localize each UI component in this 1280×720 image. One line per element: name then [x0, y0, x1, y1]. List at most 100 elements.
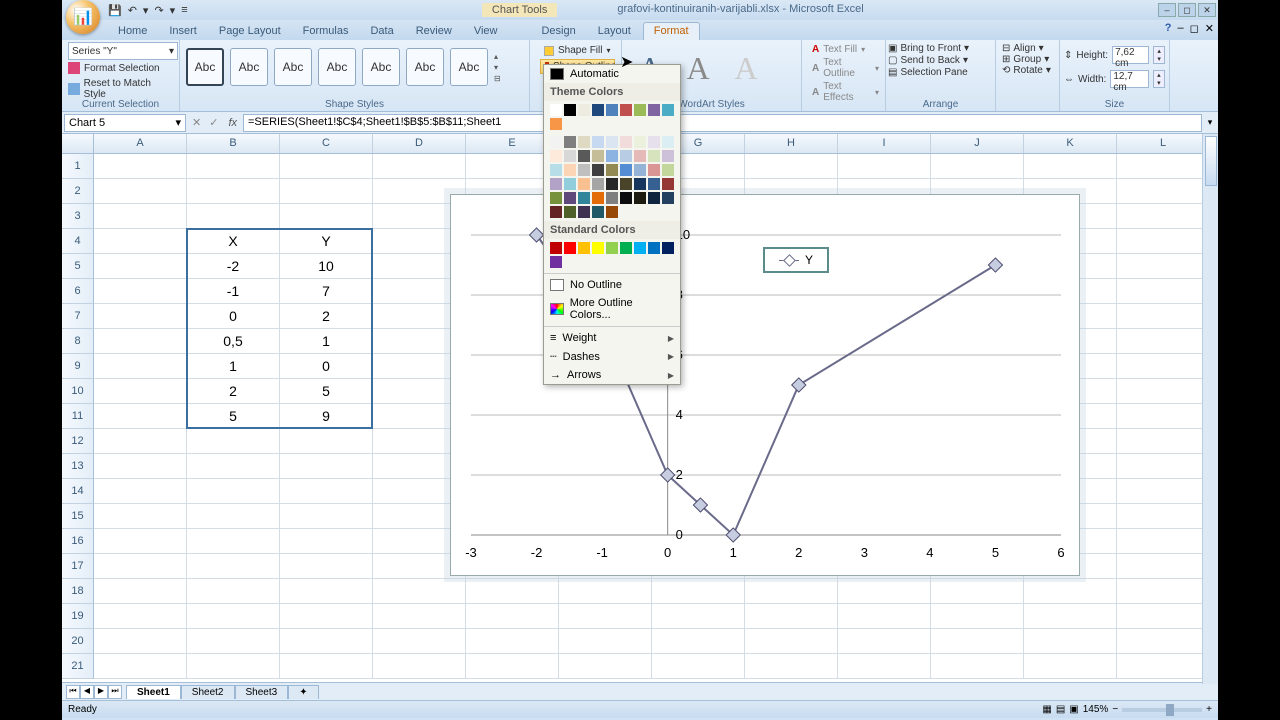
cell-B20[interactable]: [187, 629, 280, 654]
row-header-19[interactable]: 19: [62, 604, 94, 629]
redo-icon[interactable]: ↷: [154, 4, 163, 17]
cell-C15[interactable]: [280, 504, 373, 529]
cell-I20[interactable]: [838, 629, 931, 654]
theme-shade[interactable]: [606, 150, 618, 162]
col-header-c[interactable]: C: [280, 134, 373, 153]
cell-D19[interactable]: [373, 604, 466, 629]
standard-color[interactable]: [620, 242, 632, 254]
standard-color[interactable]: [634, 242, 646, 254]
theme-shade[interactable]: [578, 192, 590, 204]
cell-C2[interactable]: [280, 179, 373, 204]
row-header-13[interactable]: 13: [62, 454, 94, 479]
row-header-7[interactable]: 7: [62, 304, 94, 329]
bring-to-front-button[interactable]: ▣ Bring to Front ▾: [888, 43, 993, 54]
cell-C12[interactable]: [280, 429, 373, 454]
row-header-12[interactable]: 12: [62, 429, 94, 454]
theme-color[interactable]: [662, 104, 674, 116]
tab-home[interactable]: Home: [108, 23, 157, 40]
theme-shade[interactable]: [592, 150, 604, 162]
cell-I19[interactable]: [838, 604, 931, 629]
minimize-button[interactable]: –: [1158, 3, 1176, 17]
zoom-in-button[interactable]: +: [1206, 704, 1212, 715]
sheet-tab-3[interactable]: Sheet3: [235, 685, 289, 699]
cell-J1[interactable]: [931, 154, 1024, 179]
cell-A18[interactable]: [94, 579, 187, 604]
arrows-submenu[interactable]: →Arrows▶: [544, 366, 680, 384]
close-button[interactable]: ✕: [1198, 3, 1216, 17]
first-sheet-button[interactable]: ⏮: [66, 685, 80, 699]
cell-L3[interactable]: [1117, 204, 1210, 229]
theme-color[interactable]: [564, 104, 576, 116]
row-header-10[interactable]: 10: [62, 379, 94, 404]
tab-view[interactable]: View: [464, 23, 508, 40]
theme-shade[interactable]: [592, 178, 604, 190]
select-all-corner[interactable]: [62, 134, 94, 153]
col-header-j[interactable]: J: [931, 134, 1024, 153]
row-header-9[interactable]: 9: [62, 354, 94, 379]
theme-color[interactable]: [592, 104, 604, 116]
theme-shade[interactable]: [620, 164, 632, 176]
shape-fill-button[interactable]: Shape Fill▾: [540, 44, 615, 57]
cell-J19[interactable]: [931, 604, 1024, 629]
cell-C19[interactable]: [280, 604, 373, 629]
shape-style-6[interactable]: Abc: [406, 48, 444, 86]
theme-shade[interactable]: [662, 178, 674, 190]
shape-style-2[interactable]: Abc: [230, 48, 268, 86]
chart-element-selector[interactable]: Series "Y"▾: [68, 42, 178, 60]
align-button[interactable]: ⊟ Align ▾: [1002, 43, 1053, 54]
tab-design[interactable]: Design: [531, 23, 585, 40]
theme-shade[interactable]: [634, 178, 646, 190]
cell-C4[interactable]: Y: [280, 229, 373, 254]
cell-G19[interactable]: [652, 604, 745, 629]
cell-C21[interactable]: [280, 654, 373, 679]
cell-A4[interactable]: [94, 229, 187, 254]
cell-L9[interactable]: [1117, 354, 1210, 379]
theme-shade[interactable]: [564, 192, 576, 204]
no-outline-item[interactable]: No Outline: [544, 276, 680, 294]
cell-B9[interactable]: 1: [187, 354, 280, 379]
tab-layout[interactable]: Layout: [588, 23, 641, 40]
col-header-h[interactable]: H: [745, 134, 838, 153]
theme-shade[interactable]: [620, 178, 632, 190]
theme-color[interactable]: [578, 104, 590, 116]
cell-D20[interactable]: [373, 629, 466, 654]
save-icon[interactable]: 💾: [108, 4, 122, 17]
cell-L8[interactable]: [1117, 329, 1210, 354]
cell-C11[interactable]: 9: [280, 404, 373, 429]
theme-shade[interactable]: [564, 164, 576, 176]
cell-F21[interactable]: [559, 654, 652, 679]
theme-shade[interactable]: [550, 164, 562, 176]
row-header-5[interactable]: 5: [62, 254, 94, 279]
cell-H19[interactable]: [745, 604, 838, 629]
cell-H21[interactable]: [745, 654, 838, 679]
theme-shade[interactable]: [550, 192, 562, 204]
cell-C13[interactable]: [280, 454, 373, 479]
tab-page-layout[interactable]: Page Layout: [209, 23, 291, 40]
cell-L21[interactable]: [1117, 654, 1210, 679]
cell-K21[interactable]: [1024, 654, 1117, 679]
view-layout-icon[interactable]: ▤: [1056, 704, 1065, 715]
theme-shade[interactable]: [634, 192, 646, 204]
maximize-button[interactable]: ◻: [1178, 3, 1196, 17]
theme-shade[interactable]: [564, 206, 576, 218]
theme-shade[interactable]: [634, 136, 646, 148]
row-header-8[interactable]: 8: [62, 329, 94, 354]
name-box[interactable]: Chart 5▾: [64, 114, 186, 132]
theme-color[interactable]: [648, 104, 660, 116]
cell-A11[interactable]: [94, 404, 187, 429]
cell-B17[interactable]: [187, 554, 280, 579]
next-sheet-button[interactable]: ▶: [94, 685, 108, 699]
wordart-style-3[interactable]: A: [724, 46, 768, 90]
cell-C6[interactable]: 7: [280, 279, 373, 304]
cell-C18[interactable]: [280, 579, 373, 604]
cell-B7[interactable]: 0: [187, 304, 280, 329]
restore-icon[interactable]: ◻: [1190, 22, 1199, 35]
tab-insert[interactable]: Insert: [159, 23, 207, 40]
theme-shade[interactable]: [550, 136, 562, 148]
cell-L20[interactable]: [1117, 629, 1210, 654]
theme-shade[interactable]: [550, 206, 562, 218]
cell-B10[interactable]: 2: [187, 379, 280, 404]
theme-shade[interactable]: [550, 178, 562, 190]
shape-style-3[interactable]: Abc: [274, 48, 312, 86]
theme-shade[interactable]: [648, 192, 660, 204]
